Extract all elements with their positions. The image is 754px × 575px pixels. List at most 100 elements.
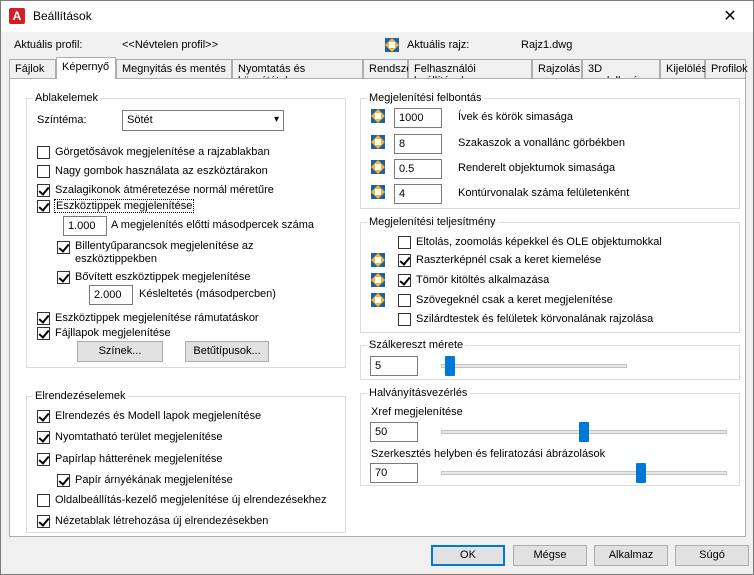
title-bar: A Beállítások ✕ bbox=[1, 1, 753, 32]
extended-delay-input[interactable]: 2.000 bbox=[89, 285, 133, 305]
text-boundary-label: Szövegeknél csak a keret megjelenítése bbox=[416, 294, 613, 306]
crosshair-size-input[interactable]: 5 bbox=[370, 356, 418, 376]
help-button[interactable]: Súgó bbox=[675, 545, 749, 566]
create-viewport-checkbox[interactable] bbox=[37, 515, 50, 528]
crosshair-size-group: Szálkereszt mérete 5 bbox=[360, 339, 740, 380]
crosshair-size-slider-track[interactable] bbox=[441, 364, 627, 368]
tooltip-delay-label: A megjelenítés előtti másodpercek száma bbox=[111, 219, 314, 231]
page-setup-manager-checkbox[interactable] bbox=[37, 494, 50, 507]
inplace-fade-slider-thumb[interactable] bbox=[636, 463, 647, 483]
tab-system[interactable]: Rendszer bbox=[363, 59, 416, 78]
drawing-saved-icon bbox=[371, 293, 385, 307]
color-scheme-select[interactable]: Sötét ▾ bbox=[122, 110, 284, 131]
tab-files[interactable]: Fájlok bbox=[9, 59, 56, 78]
arc-smoothness-input[interactable]: 1000 bbox=[394, 108, 442, 128]
text-boundary-checkbox[interactable] bbox=[398, 294, 411, 307]
contour-lines-input[interactable]: 4 bbox=[394, 184, 442, 204]
xref-fade-slider-thumb[interactable] bbox=[579, 422, 589, 442]
current-profile-value: <<Névtelen profil>> bbox=[122, 39, 219, 51]
fade-control-title: Halványításvezérlés bbox=[367, 387, 470, 399]
drawing-saved-icon bbox=[371, 135, 385, 149]
shortcut-keys-checkbox[interactable] bbox=[57, 241, 70, 254]
arc-smoothness-label: Ívek és körök simasága bbox=[458, 111, 573, 123]
file-tabs-label: Fájllapok megjelenítése bbox=[55, 327, 171, 339]
tooltip-delay-input[interactable]: 1.000 bbox=[63, 216, 107, 236]
layout-model-tabs-label: Elrendezés és Modell lapok megjelenítése bbox=[55, 410, 262, 422]
large-buttons-checkbox[interactable] bbox=[37, 165, 50, 178]
window-elements-group: Ablakelemek Színtéma: Sötét ▾ Görgetősáv… bbox=[26, 92, 346, 368]
contour-lines-label: Kontúrvonalak száma felületenként bbox=[458, 187, 630, 199]
polyline-segments-input[interactable]: 8 bbox=[394, 134, 442, 154]
extended-delay-label: Késleltetés (másodpercben) bbox=[139, 288, 276, 300]
show-tooltips-label: Eszköztippek megjelenítése bbox=[54, 199, 195, 213]
scrollbars-label: Görgetősávok megjelenítése a rajzablakba… bbox=[55, 146, 270, 158]
tab-selection[interactable]: Kijelölés bbox=[660, 59, 707, 78]
close-button[interactable]: ✕ bbox=[707, 1, 753, 32]
rollover-tooltips-checkbox[interactable] bbox=[37, 312, 50, 325]
apply-button[interactable]: Alkalmaz bbox=[594, 545, 668, 566]
polyline-segments-label: Szakaszok a vonallánc görbékben bbox=[458, 137, 625, 149]
layout-elements-group: Elrendezéselemek Elrendezés és Modell la… bbox=[26, 390, 346, 533]
rollover-tooltips-label: Eszköztippek megjelenítése rámutatáskor bbox=[55, 312, 259, 324]
raster-frame-only-checkbox[interactable] bbox=[398, 254, 411, 267]
drawing-saved-icon bbox=[371, 273, 385, 287]
paper-background-label: Papírlap hátterének megjelenítése bbox=[55, 453, 223, 465]
color-scheme-label: Színtéma: bbox=[37, 114, 87, 126]
create-viewport-label: Nézetablak létrehozása új elrendezésekbe… bbox=[55, 515, 269, 527]
pan-zoom-raster-label: Eltolás, zoomolás képekkel és OLE objekt… bbox=[416, 236, 662, 248]
printable-area-checkbox[interactable] bbox=[37, 431, 50, 444]
tab-open-save[interactable]: Megnyitás és mentés bbox=[116, 59, 232, 78]
ok-button[interactable]: OK bbox=[431, 545, 505, 566]
inplace-fade-slider-track[interactable] bbox=[441, 471, 727, 475]
shortcut-keys-label-line1: Billentyűparancsok megjelenítése az bbox=[75, 240, 254, 252]
pan-zoom-raster-checkbox[interactable] bbox=[398, 236, 411, 249]
tab-profiles[interactable]: Profilok bbox=[705, 59, 748, 78]
fonts-button[interactable]: Betűtípusok... bbox=[185, 341, 269, 362]
window-title: Beállítások bbox=[33, 9, 92, 23]
shortcut-keys-label-line2: eszköztippekben bbox=[75, 253, 157, 265]
file-tabs-checkbox[interactable] bbox=[37, 327, 50, 340]
chevron-down-icon: ▾ bbox=[273, 114, 279, 125]
drawing-saved-icon bbox=[371, 253, 385, 267]
display-performance-title: Megjelenítési teljesítmény bbox=[367, 216, 498, 228]
solid-fill-label: Tömör kitöltés alkalmazása bbox=[416, 274, 550, 286]
display-resolution-group: Megjelenítési felbontás 1000 Ívek és kör… bbox=[360, 92, 740, 209]
crosshair-size-slider-thumb[interactable] bbox=[445, 356, 456, 376]
current-drawing-value: Rajz1.dwg bbox=[521, 39, 573, 51]
colors-button[interactable]: Színek... bbox=[77, 341, 163, 362]
layout-elements-title: Elrendezéselemek bbox=[33, 390, 128, 402]
extended-tooltips-label: Bővített eszköztippek megjelenítése bbox=[75, 271, 251, 283]
display-performance-group: Megjelenítési teljesítmény Eltolás, zoom… bbox=[360, 216, 740, 333]
solid-fill-checkbox[interactable] bbox=[398, 274, 411, 287]
tab-plot-publish[interactable]: Nyomtatás és közzététel bbox=[232, 59, 363, 87]
resize-ribbon-icons-label: Szalagikonok átméretezése normál méretűr… bbox=[55, 184, 274, 196]
rendered-smoothness-label: Renderelt objektumok simasága bbox=[458, 162, 616, 174]
xref-fade-input[interactable]: 50 bbox=[370, 422, 418, 442]
drawing-saved-icon bbox=[371, 160, 385, 174]
show-tooltips-checkbox[interactable] bbox=[37, 200, 50, 213]
resize-ribbon-icons-checkbox[interactable] bbox=[37, 184, 50, 197]
tab-drafting[interactable]: Rajzolás bbox=[532, 59, 582, 78]
tab-display[interactable]: Képernyő bbox=[56, 57, 116, 79]
xref-fade-label: Xref megjelenítése bbox=[371, 406, 463, 418]
extended-tooltips-checkbox[interactable] bbox=[57, 271, 70, 284]
autocad-app-icon: A bbox=[9, 8, 25, 24]
paper-shadow-checkbox[interactable] bbox=[57, 474, 70, 487]
silhouette-edges-checkbox[interactable] bbox=[398, 313, 411, 326]
tab-user-preferences[interactable]: Felhasználói beállítások bbox=[408, 59, 532, 87]
rendered-smoothness-input[interactable]: 0.5 bbox=[394, 159, 442, 179]
current-profile-label: Aktuális profil: bbox=[14, 39, 83, 51]
paper-background-checkbox[interactable] bbox=[37, 453, 50, 466]
display-tab-panel: Ablakelemek Színtéma: Sötét ▾ Görgetősáv… bbox=[9, 78, 746, 537]
tab-3d-modeling[interactable]: 3D modellezés bbox=[582, 59, 660, 87]
inplace-fade-input[interactable]: 70 bbox=[370, 463, 418, 483]
page-setup-manager-label: Oldalbeállítás-kezelő megjelenítése új e… bbox=[55, 494, 327, 506]
printable-area-label: Nyomtatható terület megjelenítése bbox=[55, 431, 223, 443]
crosshair-size-title: Szálkereszt mérete bbox=[367, 339, 466, 351]
large-buttons-label: Nagy gombok használata az eszköztárakon bbox=[55, 165, 268, 177]
window-elements-title: Ablakelemek bbox=[33, 92, 100, 104]
cancel-button[interactable]: Mégse bbox=[513, 545, 587, 566]
raster-frame-only-label: Raszterképnél csak a keret kiemelése bbox=[416, 254, 602, 266]
scrollbars-checkbox[interactable] bbox=[37, 146, 50, 159]
layout-model-tabs-checkbox[interactable] bbox=[37, 410, 50, 423]
